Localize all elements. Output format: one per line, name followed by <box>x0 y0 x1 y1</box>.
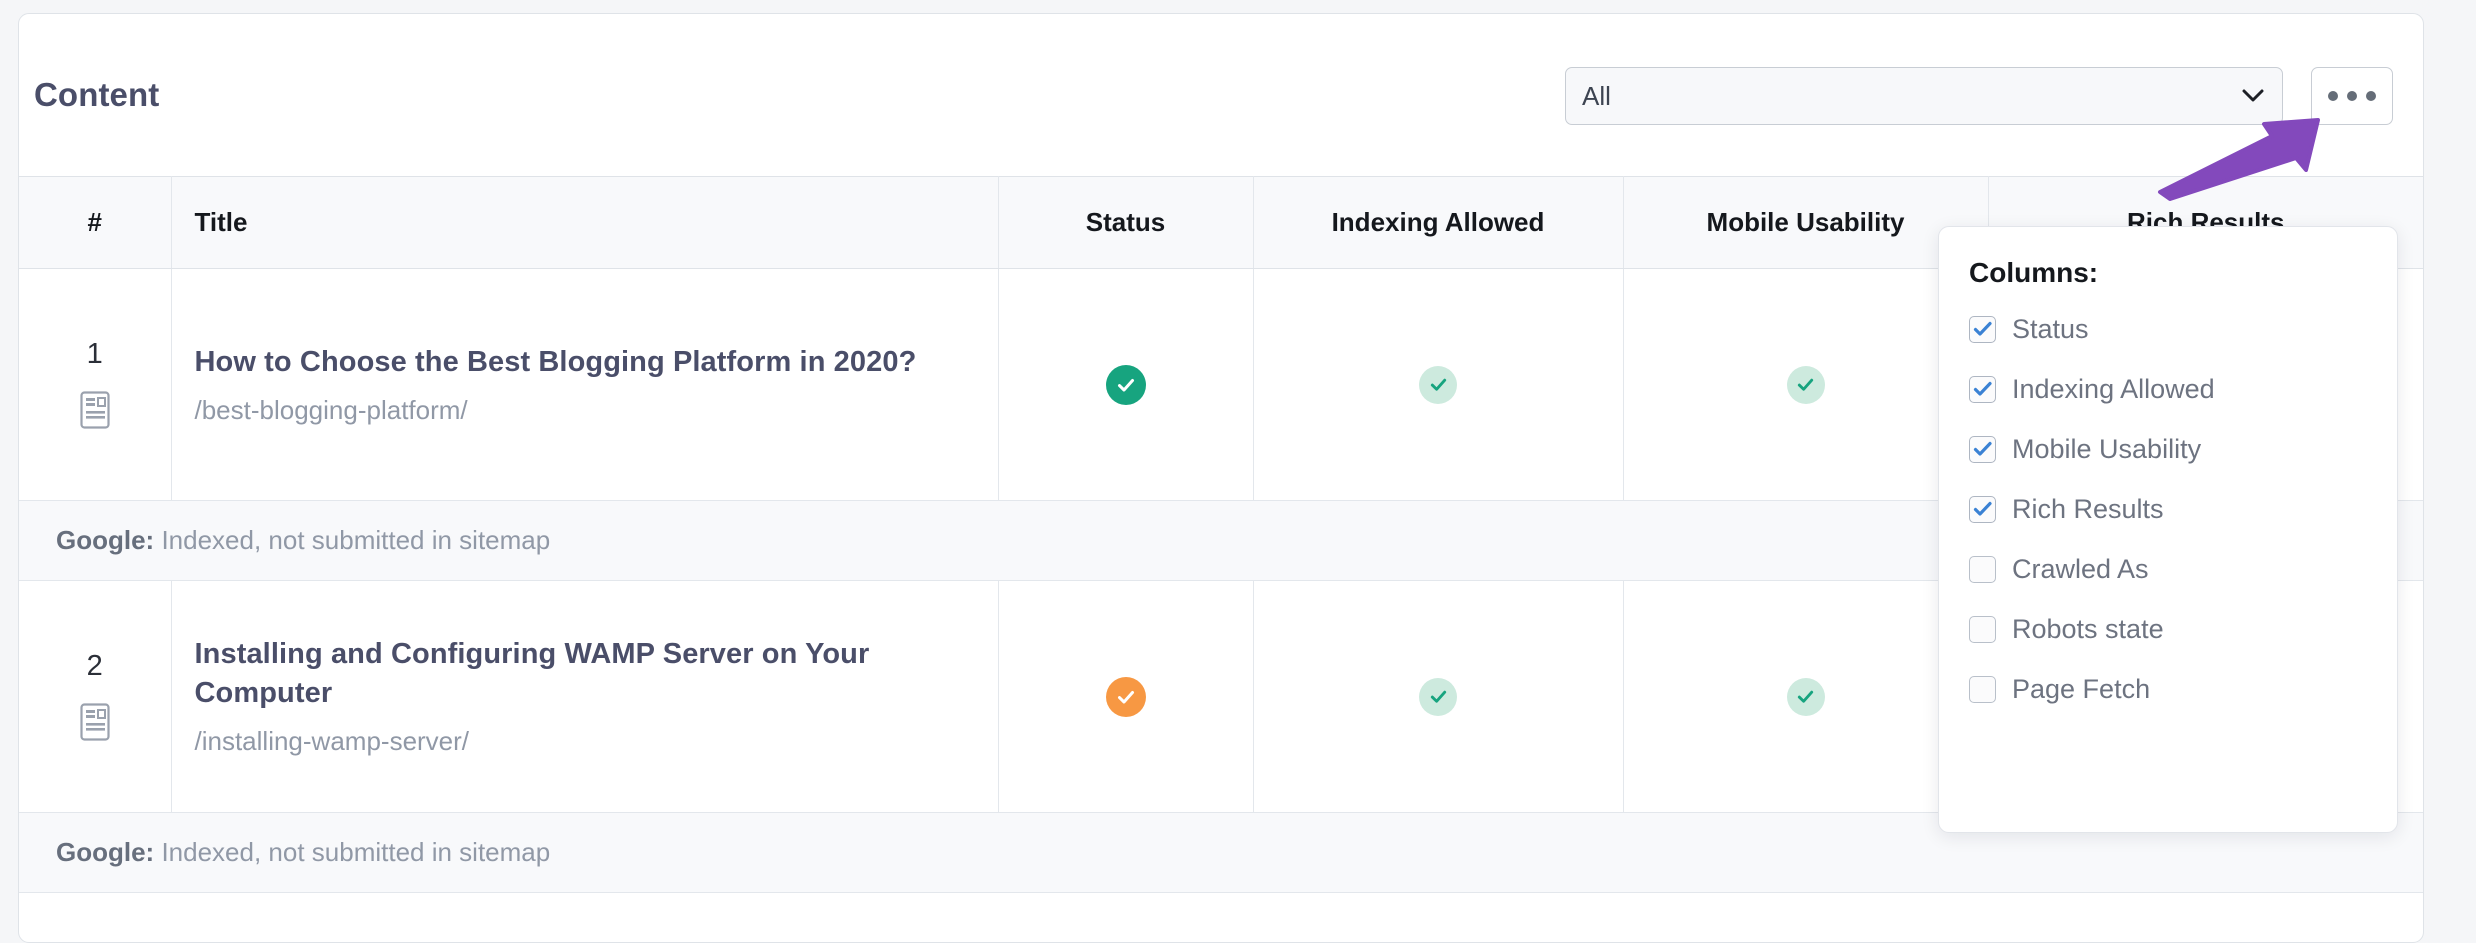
column-header-status[interactable]: Status <box>998 176 1254 269</box>
content-filter-select[interactable]: All <box>1565 67 2283 125</box>
checkbox-unchecked-icon[interactable] <box>1969 675 1996 703</box>
column-toggle-page-fetch[interactable]: Page Fetch <box>1969 666 2397 712</box>
row-status-cell <box>998 268 1254 501</box>
row-title-cell: Installing and Configuring WAMP Server o… <box>171 580 999 813</box>
check-circle-solid-orange-icon <box>1105 676 1146 717</box>
column-header-mobile-usability[interactable]: Mobile Usability <box>1623 176 1989 269</box>
check-circle-solid-green-icon <box>1105 364 1146 405</box>
post-title-link[interactable]: How to Choose the Best Blogging Platform… <box>195 343 976 382</box>
column-toggle-rich-results[interactable]: Rich Results <box>1969 486 2397 532</box>
check-circle-soft-green-icon <box>1786 677 1825 716</box>
row-title-cell: How to Choose the Best Blogging Platform… <box>171 268 999 501</box>
content-filter-value: All <box>1582 80 1611 111</box>
row-mobile-usability-cell <box>1623 268 1989 501</box>
google-status-label: Google: <box>56 837 155 867</box>
column-toggle-label: Rich Results <box>2012 493 2164 524</box>
row-number-cell: 2 <box>19 580 172 813</box>
column-header-indexing-allowed[interactable]: Indexing Allowed <box>1253 176 1624 269</box>
column-toggle-label: Page Fetch <box>2012 673 2151 704</box>
check-circle-soft-green-icon <box>1419 365 1457 404</box>
row-status-cell <box>998 580 1254 813</box>
column-toggle-indexing-allowed[interactable]: Indexing Allowed <box>1969 366 2397 412</box>
column-toggle-label: Mobile Usability <box>2012 433 2202 464</box>
checkbox-checked-icon[interactable] <box>1969 315 1996 343</box>
checkbox-unchecked-icon[interactable] <box>1969 555 1996 583</box>
chevron-down-icon <box>2242 85 2264 107</box>
google-status-text: Indexed, not submitted in sitemap <box>154 525 551 555</box>
column-toggle-robots-state[interactable]: Robots state <box>1969 606 2397 652</box>
checkbox-checked-icon[interactable] <box>1969 495 1996 523</box>
row-number: 2 <box>86 650 103 682</box>
column-header-title[interactable]: Title <box>171 176 999 269</box>
ellipsis-icon <box>2366 91 2376 101</box>
columns-popover-title: Columns: <box>1969 257 2099 288</box>
ellipsis-icon <box>2328 91 2338 101</box>
row-indexing-allowed-cell <box>1253 268 1624 501</box>
column-toggle-label: Crawled As <box>2012 553 2149 584</box>
google-status-text: Indexed, not submitted in sitemap <box>154 837 551 867</box>
ellipsis-icon <box>2347 91 2357 101</box>
columns-popover: Columns: Status Indexing Allowed Mobile … <box>1938 226 2398 833</box>
column-header-number[interactable]: # <box>19 176 172 269</box>
card-header: Content All <box>19 14 2423 176</box>
column-toggle-label: Robots state <box>2012 613 2164 644</box>
article-icon <box>19 703 171 741</box>
header-tools: All <box>1565 67 2393 125</box>
column-toggle-crawled-as[interactable]: Crawled As <box>1969 546 2397 592</box>
post-url: /installing-wamp-server/ <box>194 726 470 757</box>
row-indexing-allowed-cell <box>1253 580 1624 813</box>
checkbox-checked-icon[interactable] <box>1969 375 1996 403</box>
column-toggle-label: Indexing Allowed <box>2012 373 2215 404</box>
checkbox-checked-icon[interactable] <box>1969 435 1996 463</box>
row-number: 1 <box>86 338 103 370</box>
article-icon <box>19 391 171 429</box>
row-mobile-usability-cell <box>1623 580 1989 813</box>
row-number-cell: 1 <box>19 268 172 501</box>
google-status-label: Google: <box>56 525 155 555</box>
more-options-button[interactable] <box>2311 67 2393 125</box>
column-toggle-mobile-usability[interactable]: Mobile Usability <box>1969 426 2397 472</box>
column-toggle-status[interactable]: Status <box>1969 306 2397 352</box>
check-circle-soft-green-icon <box>1786 365 1825 404</box>
post-title-link[interactable]: Installing and Configuring WAMP Server o… <box>195 635 976 712</box>
check-circle-soft-green-icon <box>1419 677 1457 716</box>
page-title: Content <box>34 76 160 113</box>
column-toggle-label: Status <box>2012 313 2089 344</box>
post-url: /best-blogging-platform/ <box>194 395 468 426</box>
checkbox-unchecked-icon[interactable] <box>1969 615 1996 643</box>
